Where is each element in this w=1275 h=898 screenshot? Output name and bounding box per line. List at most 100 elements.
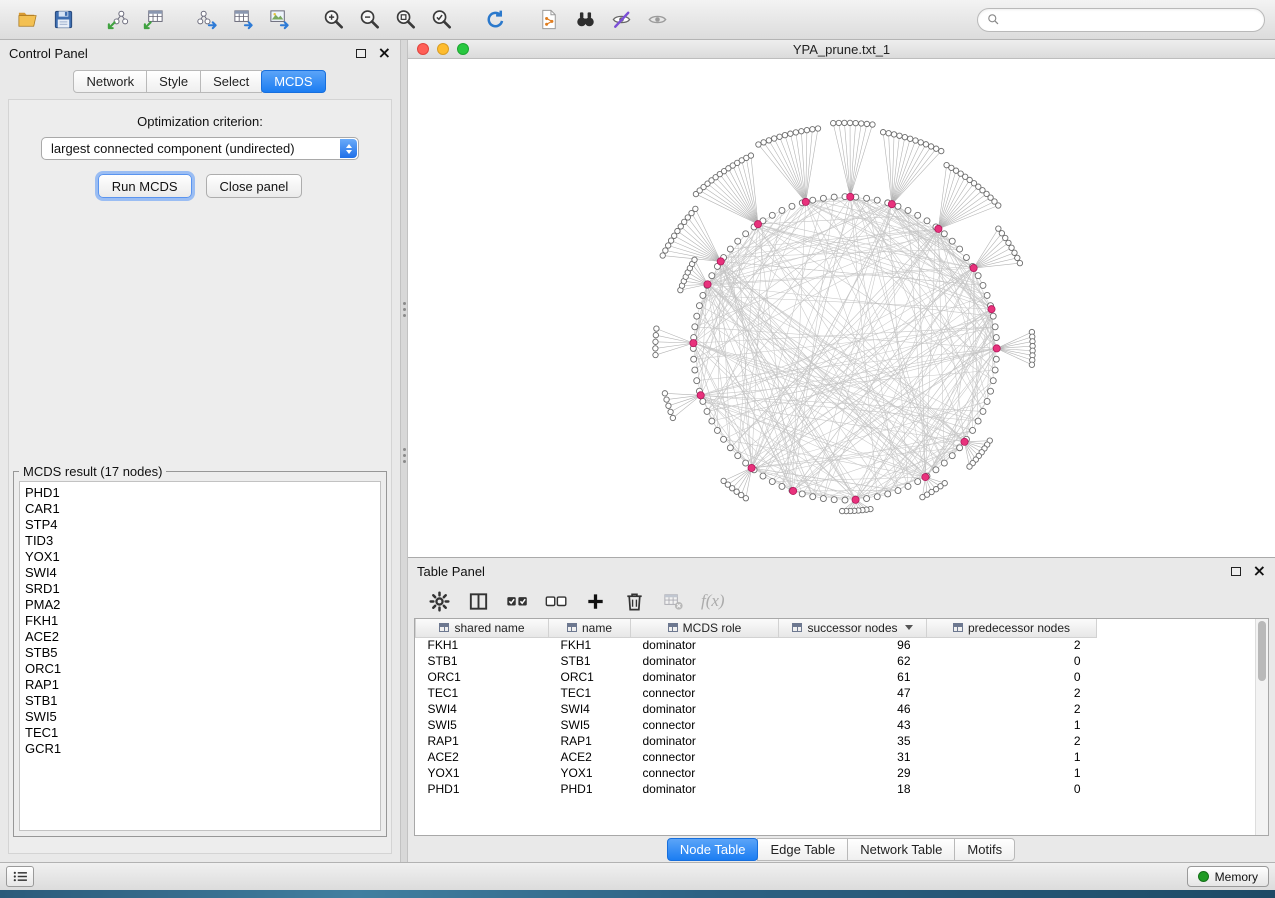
export-image-icon[interactable]: [262, 5, 296, 35]
table-cell[interactable]: dominator: [631, 653, 779, 669]
mcds-result-item[interactable]: PMA2: [25, 597, 375, 613]
table-cell[interactable]: FKH1: [416, 637, 549, 653]
table-cell[interactable]: YOX1: [549, 765, 631, 781]
table-cell[interactable]: ORC1: [416, 669, 549, 685]
import-table-icon[interactable]: [136, 5, 170, 35]
tab-style[interactable]: Style: [146, 70, 201, 93]
table-row[interactable]: SWI4SWI4dominator462: [416, 701, 1097, 717]
table-cell[interactable]: connector: [631, 765, 779, 781]
zoom-out-icon[interactable]: [352, 5, 386, 35]
share-network-icon[interactable]: [532, 5, 566, 35]
table-cell[interactable]: 35: [779, 733, 927, 749]
table-tab-motifs[interactable]: Motifs: [954, 838, 1015, 861]
mcds-result-item[interactable]: TEC1: [25, 725, 375, 741]
table-cell[interactable]: TEC1: [416, 685, 549, 701]
mcds-result-item[interactable]: SWI4: [25, 565, 375, 581]
delete-row-icon[interactable]: [619, 587, 649, 615]
select-all-icon[interactable]: [502, 587, 532, 615]
tab-network[interactable]: Network: [73, 70, 147, 93]
deselect-all-icon[interactable]: [541, 587, 571, 615]
column-header-predecessor-nodes[interactable]: predecessor nodes: [927, 619, 1097, 637]
network-graph[interactable]: [408, 59, 1275, 557]
open-file-icon[interactable]: [10, 5, 44, 35]
table-row[interactable]: FKH1FKH1dominator962: [416, 637, 1097, 653]
column-header-mcds-role[interactable]: MCDS role: [631, 619, 779, 637]
network-canvas[interactable]: [408, 59, 1275, 557]
close-window-button[interactable]: [417, 43, 429, 55]
export-table-icon[interactable]: [226, 5, 260, 35]
table-cell[interactable]: 1: [927, 749, 1097, 765]
table-tab-network-table[interactable]: Network Table: [847, 838, 955, 861]
mcds-result-item[interactable]: SWI5: [25, 709, 375, 725]
table-cell[interactable]: dominator: [631, 733, 779, 749]
close-table-panel-icon[interactable]: ×: [1253, 563, 1266, 579]
table-cell[interactable]: 0: [927, 653, 1097, 669]
mcds-result-item[interactable]: TID3: [25, 533, 375, 549]
table-cell[interactable]: PHD1: [416, 781, 549, 797]
table-cell[interactable]: 46: [779, 701, 927, 717]
import-network-icon[interactable]: [100, 5, 134, 35]
table-cell[interactable]: PHD1: [549, 781, 631, 797]
float-panel-icon[interactable]: [356, 49, 366, 58]
table-cell[interactable]: SWI5: [416, 717, 549, 733]
search-input[interactable]: [1006, 11, 1255, 28]
mcds-result-item[interactable]: ACE2: [25, 629, 375, 645]
table-row[interactable]: YOX1YOX1connector291: [416, 765, 1097, 781]
zoom-selected-icon[interactable]: [424, 5, 458, 35]
mcds-result-item[interactable]: STB5: [25, 645, 375, 661]
table-tab-edge-table[interactable]: Edge Table: [757, 838, 848, 861]
table-cell[interactable]: 18: [779, 781, 927, 797]
mcds-result-item[interactable]: YOX1: [25, 549, 375, 565]
column-layout-icon[interactable]: [463, 587, 493, 615]
mcds-result-item[interactable]: CAR1: [25, 501, 375, 517]
zoom-window-button[interactable]: [457, 43, 469, 55]
table-cell[interactable]: 0: [927, 669, 1097, 685]
table-row[interactable]: PHD1PHD1dominator180: [416, 781, 1097, 797]
minimize-window-button[interactable]: [437, 43, 449, 55]
show-graphics-icon[interactable]: [640, 5, 674, 35]
column-header-shared-name[interactable]: shared name: [416, 619, 549, 637]
table-cell[interactable]: YOX1: [416, 765, 549, 781]
run-mcds-button[interactable]: Run MCDS: [98, 174, 192, 198]
table-cell[interactable]: 47: [779, 685, 927, 701]
table-row[interactable]: STB1STB1dominator620: [416, 653, 1097, 669]
panel-splitter[interactable]: [400, 40, 408, 862]
table-cell[interactable]: connector: [631, 749, 779, 765]
table-cell[interactable]: RAP1: [549, 733, 631, 749]
mcds-result-list[interactable]: PHD1CAR1STP4TID3YOX1SWI4SRD1PMA2FKH1ACE2…: [19, 481, 381, 831]
scrollbar-thumb[interactable]: [1258, 621, 1266, 681]
settings-gear-icon[interactable]: [424, 587, 454, 615]
table-cell[interactable]: 2: [927, 685, 1097, 701]
splitter-grip-icon[interactable]: [403, 302, 406, 305]
table-cell[interactable]: dominator: [631, 781, 779, 797]
mcds-result-item[interactable]: FKH1: [25, 613, 375, 629]
mcds-result-item[interactable]: STB1: [25, 693, 375, 709]
table-cell[interactable]: ACE2: [416, 749, 549, 765]
table-cell[interactable]: TEC1: [549, 685, 631, 701]
save-session-icon[interactable]: [46, 5, 80, 35]
tab-mcds[interactable]: MCDS: [261, 70, 325, 93]
table-cell[interactable]: 29: [779, 765, 927, 781]
table-row[interactable]: ORC1ORC1dominator610: [416, 669, 1097, 685]
table-row[interactable]: TEC1TEC1connector472: [416, 685, 1097, 701]
table-cell[interactable]: dominator: [631, 637, 779, 653]
table-cell[interactable]: 2: [927, 733, 1097, 749]
zoom-fit-icon[interactable]: [388, 5, 422, 35]
table-cell[interactable]: FKH1: [549, 637, 631, 653]
table-cell[interactable]: 96: [779, 637, 927, 653]
mcds-result-item[interactable]: RAP1: [25, 677, 375, 693]
table-cell[interactable]: 61: [779, 669, 927, 685]
column-header-successor-nodes[interactable]: successor nodes: [779, 619, 927, 637]
memory-button[interactable]: Memory: [1187, 866, 1269, 887]
splitter-grip-icon[interactable]: [403, 448, 406, 451]
table-cell[interactable]: connector: [631, 717, 779, 733]
table-row[interactable]: SWI5SWI5connector431: [416, 717, 1097, 733]
table-cell[interactable]: 31: [779, 749, 927, 765]
table-cell[interactable]: 1: [927, 765, 1097, 781]
close-panel-icon[interactable]: ×: [378, 45, 391, 61]
table-cell[interactable]: SWI4: [416, 701, 549, 717]
table-cell[interactable]: ACE2: [549, 749, 631, 765]
table-scrollbar[interactable]: [1255, 619, 1268, 835]
refresh-layout-icon[interactable]: [478, 5, 512, 35]
float-table-panel-icon[interactable]: [1231, 567, 1241, 576]
